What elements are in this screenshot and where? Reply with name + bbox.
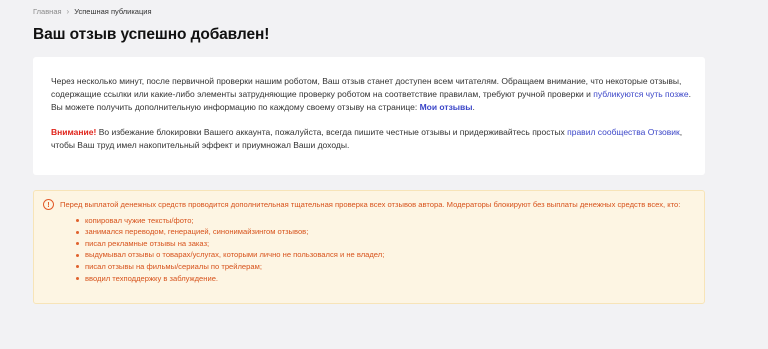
info-text-part1: Через несколько минут, после первичной п… — [51, 76, 682, 100]
warning-box: ! Перед выплатой денежных средств провод… — [33, 190, 705, 304]
warning-list-item: копировал чужие тексты/фото; — [76, 215, 688, 227]
published-later-link[interactable]: публикуются чуть позже — [593, 89, 688, 99]
breadcrumb: Главная › Успешная публикация — [33, 7, 152, 16]
my-reviews-link[interactable]: Мои отзывы — [420, 102, 473, 112]
warning-list-item: вводил техподдержку в заблуждение. — [76, 273, 688, 285]
warning-intro: Перед выплатой денежных средств проводит… — [60, 200, 681, 209]
warning-list: копировал чужие тексты/фото; занимался п… — [60, 215, 688, 285]
attention-paragraph: Внимание! Во избежание блокировки Вашего… — [51, 126, 691, 152]
breadcrumb-home-link[interactable]: Главная — [33, 7, 62, 16]
breadcrumb-current: Успешная публикация — [74, 7, 152, 16]
info-paragraph: Через несколько минут, после первичной п… — [51, 75, 691, 115]
community-rules-link[interactable]: правил сообщества Отзовик — [567, 127, 680, 137]
page-title: Ваш отзыв успешно добавлен! — [33, 26, 270, 43]
warning-list-item: писал отзывы на фильмы/сериалы по трейле… — [76, 261, 688, 273]
attention-text: Во избежание блокировки Вашего аккаунта,… — [96, 126, 568, 137]
info-text-part3: . — [472, 102, 475, 113]
attention-label: Внимание! — [51, 126, 97, 137]
warning-list-item: занимался переводом, генерацией, синоним… — [76, 226, 688, 238]
info-card: Через несколько минут, после первичной п… — [33, 57, 705, 175]
breadcrumb-separator: › — [66, 7, 70, 16]
warning-list-item: писал рекламные отзывы на заказ; — [76, 238, 688, 250]
warning-list-item: выдумывал отзывы о товарах/услугах, кото… — [76, 249, 688, 261]
warning-icon: ! — [43, 199, 54, 210]
